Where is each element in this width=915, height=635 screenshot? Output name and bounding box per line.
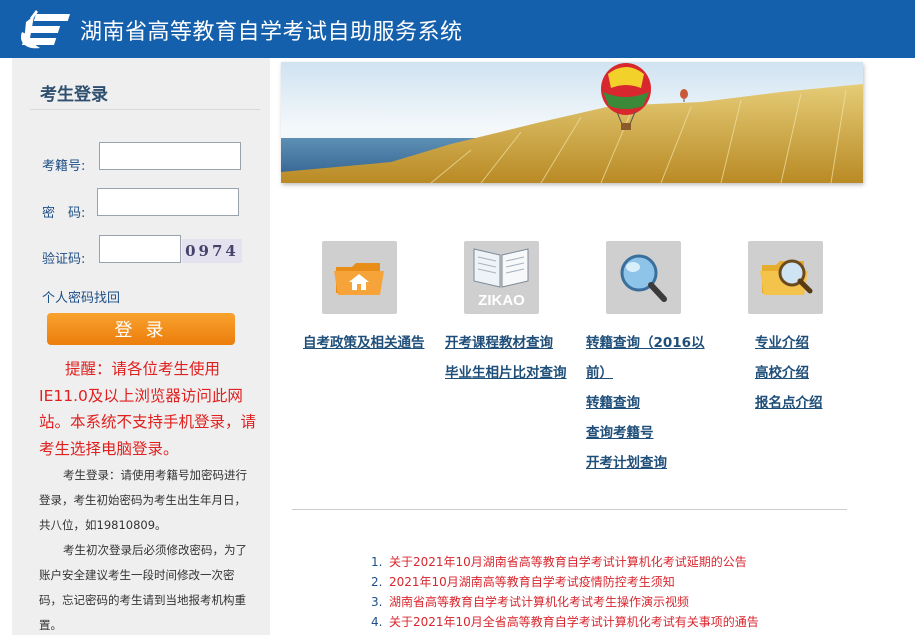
exam-id-input[interactable] (99, 142, 241, 170)
list-item: 4. 关于2021年10月全省高等教育自学考试计算机化考试有关事项的通告 (371, 615, 759, 629)
list-item: 2. 2021年10月湖南高等教育自学考试疫情防控考生须知 (371, 575, 675, 589)
notice-list: 1. 关于2021年10月湖南省高等教育自学考试计算机化考试延期的公告 2. 202… (371, 552, 759, 632)
policy-tile[interactable] (322, 241, 397, 314)
login-instructions: 考生登录：请使用考籍号加密码进行登录，考生初始密码为考生出生年月日，共八位，如1… (39, 468, 247, 532)
login-button[interactable]: 登 录 (47, 313, 235, 345)
zikao-book-icon: ZIKAO (473, 248, 529, 309)
transfer-query-link[interactable]: 转籍查询 (586, 391, 640, 411)
browser-warning: 提醒：请各位考生使用IE11.0及以上浏览器访问此网站。本系统不支持手机登录，请… (39, 360, 257, 458)
transfer-query-2016-link-cont[interactable]: 前） (586, 361, 613, 381)
folder-home-icon (334, 263, 384, 295)
captcha-image[interactable]: 0974 (182, 239, 242, 263)
captcha-input[interactable] (99, 235, 181, 263)
notice-link[interactable]: 关于2021年10月全省高等教育自学考试计算机化考试有关事项的通告 (389, 615, 759, 629)
notice-link[interactable]: 关于2021年10月湖南省高等教育自学考试计算机化考试延期的公告 (389, 555, 747, 569)
divider (292, 509, 847, 510)
list-item: 1. 关于2021年10月湖南省高等教育自学考试计算机化考试延期的公告 (371, 555, 747, 569)
password-instructions: 考生初次登录后必须修改密码，为了账户安全建议考生一段时间修改一次密码，忘记密码的… (39, 543, 247, 632)
exam-plan-link[interactable]: 开考计划查询 (586, 451, 667, 471)
login-panel: 考生登录 考籍号: 密 码: 验证码: 0974 个人密码找回 登 录 提醒：请… (12, 58, 270, 635)
college-intro-link[interactable]: 高校介绍 (755, 361, 809, 381)
forgot-password-link[interactable]: 个人密码找回 (42, 287, 120, 306)
captcha-label: 验证码: (42, 252, 86, 267)
banner-image (281, 62, 863, 183)
transfer-query-2016-link[interactable]: 转籍查询（2016以 (586, 331, 705, 351)
logo-icon (20, 10, 71, 49)
transfer-tile[interactable] (606, 241, 681, 314)
registration-point-link[interactable]: 报名点介绍 (755, 391, 823, 411)
policy-notice-link[interactable]: 自考政策及相关通告 (303, 331, 425, 351)
major-intro-link[interactable]: 专业介绍 (755, 331, 809, 351)
exam-id-label: 考籍号: (42, 159, 86, 174)
folder-search-icon (760, 259, 813, 295)
magnifier-icon (620, 254, 667, 302)
course-tile[interactable]: ZIKAO (464, 241, 539, 314)
site-title: 湖南省高等教育自学考试自助服务系统 (80, 20, 463, 45)
course-materials-link[interactable]: 开考课程教材查询 (445, 331, 553, 351)
graduate-photo-link[interactable]: 毕业生相片比对查询 (445, 361, 567, 381)
info-tile[interactable] (748, 241, 823, 314)
login-panel-title: 考生登录 (40, 85, 108, 105)
svg-text:ZIKAO: ZIKAO (478, 292, 525, 309)
notice-link[interactable]: 2021年10月湖南高等教育自学考试疫情防控考生须知 (389, 575, 675, 589)
header-bar: 湖南省高等教育自学考试自助服务系统 (0, 0, 915, 58)
password-input[interactable] (97, 188, 239, 216)
list-item: 3. 湖南省高等教育自学考试计算机化考试考生操作演示视频 (371, 595, 690, 609)
exam-id-query-link[interactable]: 查询考籍号 (586, 421, 654, 441)
notice-link[interactable]: 湖南省高等教育自学考试计算机化考试考生操作演示视频 (389, 595, 689, 609)
password-label: 密 码: (42, 206, 86, 221)
divider (30, 109, 260, 110)
